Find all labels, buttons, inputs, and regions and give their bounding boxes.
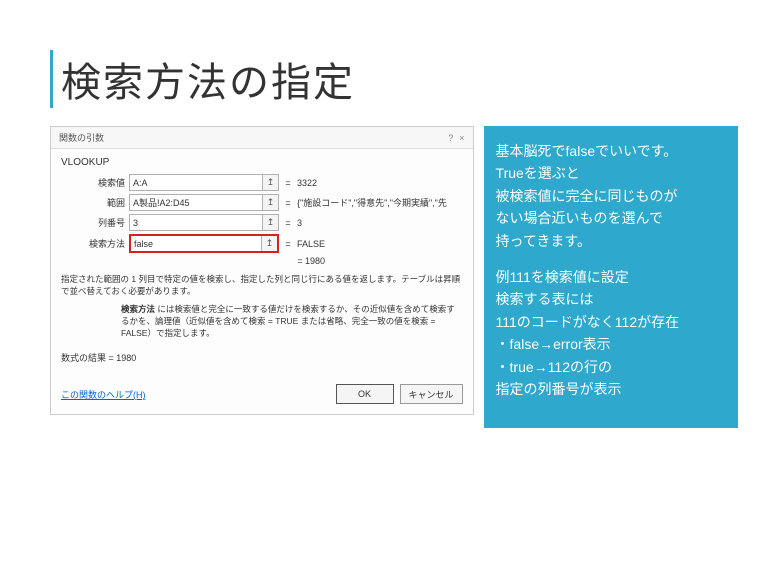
arg-row-col-index: 列番号 3 ↥ = 3 (67, 214, 463, 231)
title-accent-bar (50, 50, 53, 108)
arg-row-lookup-value: 検索値 A:A ↥ = 3322 (67, 174, 463, 191)
equals-sign: = (295, 256, 305, 266)
desc2-text: には検索値と完全に一致する値だけを検索するか、その近似値を含めて検索するかを、論… (121, 304, 455, 338)
ok-button[interactable]: OK (336, 384, 394, 404)
formula-result-value: 1980 (116, 353, 136, 363)
explanation-para-2: 例111を検索値に設定 検索する表には 111のコードがなく112が存在 ・fa… (496, 266, 726, 400)
arg-value: 3 (133, 218, 138, 228)
overall-result-row: = 1980 (67, 256, 463, 266)
overall-result: 1980 (305, 256, 325, 266)
range-select-icon[interactable]: ↥ (262, 175, 278, 190)
equals-sign: = (283, 218, 293, 228)
arg-row-table-array: 範囲 A製品!A2:D45 ↥ = {"施設コード","得意先","今期実績",… (67, 194, 463, 211)
arg-input-range-lookup[interactable]: false ↥ (129, 234, 279, 253)
arg-label: 検索値 (67, 176, 125, 189)
arg-value: false (134, 239, 153, 249)
explanation-panel: 基本脳死でfalseでいいです。 Trueを選ぶと 被検索値に完全に同じものが … (484, 126, 738, 428)
help-icon[interactable]: ? (448, 133, 453, 143)
arg-input-table-array[interactable]: A製品!A2:D45 ↥ (129, 194, 279, 211)
arg-label: 列番号 (67, 216, 125, 229)
range-select-icon[interactable]: ↥ (261, 236, 277, 251)
range-select-icon[interactable]: ↥ (262, 195, 278, 210)
page-title: 検索方法の指定 (61, 50, 355, 108)
arg-label: 範囲 (67, 196, 125, 209)
range-select-icon[interactable]: ↥ (262, 215, 278, 230)
arg-result: 3 (297, 218, 302, 228)
equals-sign: = (283, 239, 293, 249)
arg-row-range-lookup: 検索方法 false ↥ = FALSE (67, 234, 463, 253)
formula-result-label: 数式の結果 = (61, 353, 114, 363)
function-args-dialog: 関数の引数 ? × VLOOKUP 検索値 A:A ↥ = (50, 126, 474, 415)
explanation-para-1: 基本脳死でfalseでいいです。 Trueを選ぶと 被検索値に完全に同じものが … (496, 140, 726, 252)
dialog-titlebar: 関数の引数 ? × (51, 127, 473, 149)
arg-label: 検索方法 (67, 237, 125, 250)
arg-value: A製品!A2:D45 (133, 196, 190, 209)
cancel-button[interactable]: キャンセル (400, 384, 463, 404)
arg-result: FALSE (297, 239, 325, 249)
title-wrap: 検索方法の指定 (50, 50, 738, 108)
dialog-description-arg: 検索方法 には検索値と完全に一致する値だけを検索するか、その近似値を含めて検索す… (121, 304, 463, 340)
arg-result: 3322 (297, 178, 317, 188)
equals-sign: = (283, 178, 293, 188)
arg-input-col-index[interactable]: 3 ↥ (129, 214, 279, 231)
arg-input-lookup-value[interactable]: A:A ↥ (129, 174, 279, 191)
equals-sign: = (283, 198, 293, 208)
arg-result: {"施設コード","得意先","今期実績","先期… (297, 196, 447, 209)
dialog-description: 指定された範囲の 1 列目で特定の値を検索し、指定した列と同じ行にある値を返しま… (61, 274, 463, 298)
arg-value: A:A (133, 178, 148, 188)
function-name: VLOOKUP (61, 157, 463, 168)
dialog-title: 関数の引数 (59, 131, 104, 144)
close-icon[interactable]: × (459, 133, 464, 143)
help-link[interactable]: この関数のヘルプ(H) (61, 388, 146, 401)
formula-result-line: 数式の結果 = 1980 (61, 351, 463, 364)
desc2-label: 検索方法 (121, 304, 155, 314)
